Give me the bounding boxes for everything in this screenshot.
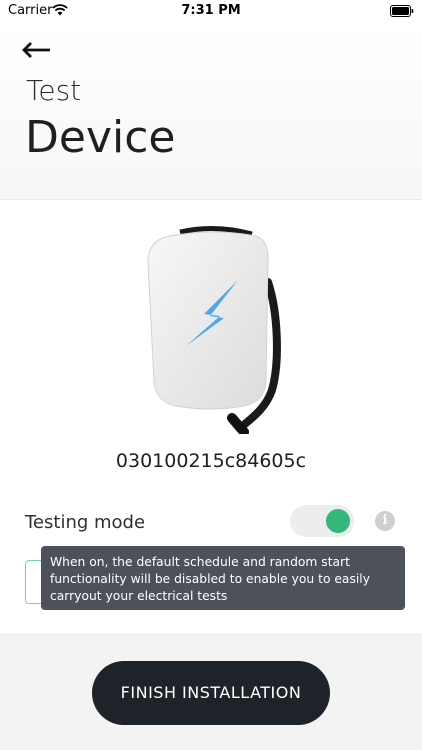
device-serial: 030100215c84605c: [115, 450, 307, 472]
page-title: Device: [25, 112, 176, 163]
arrow-left-icon: [22, 42, 50, 58]
testing-mode-tooltip: When on, the default schedule and random…: [41, 546, 405, 610]
status-time: 7:31 PM: [181, 3, 241, 18]
testing-mode-label: Testing mode: [25, 512, 146, 533]
charger-device-image: [147, 225, 281, 434]
info-icon[interactable]: i: [375, 511, 395, 531]
page-header: Test Device: [0, 24, 422, 200]
status-bar: Carrier 7:31 PM: [0, 0, 422, 24]
page-title-prefix: Test: [26, 74, 82, 107]
testing-mode-toggle[interactable]: [290, 505, 354, 537]
toggle-knob: [326, 509, 350, 533]
finish-installation-button[interactable]: FINISH INSTALLATION: [92, 661, 330, 725]
battery-icon: [390, 5, 414, 17]
footer: FINISH INSTALLATION: [0, 634, 422, 750]
back-button[interactable]: [22, 40, 54, 60]
